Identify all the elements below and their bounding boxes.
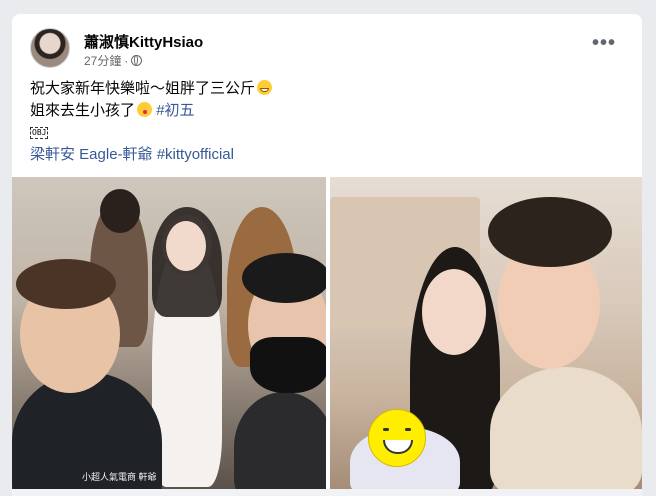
globe-icon[interactable] xyxy=(131,55,143,66)
man-left-hair xyxy=(16,259,116,309)
author-name[interactable]: 蕭淑慎KittyHsiao xyxy=(84,31,203,52)
photo-1-caption: 小超人氣電商 軒爺 xyxy=(82,472,157,482)
man-right-hair xyxy=(242,253,326,303)
post-line-2: 姐來去生小孩了 #初五 xyxy=(30,100,272,122)
photo-grid-bottom xyxy=(12,489,642,496)
smiley-sticker-icon xyxy=(368,409,426,467)
woman-face-2 xyxy=(422,269,486,355)
more-options-icon[interactable]: ••• xyxy=(592,33,616,56)
face-mask xyxy=(250,337,326,393)
man-hair-2 xyxy=(488,197,612,267)
post-line-3: OBJ xyxy=(30,122,272,144)
photo-grid: 小超人氣電商 軒爺 xyxy=(12,177,642,496)
author-avatar[interactable] xyxy=(30,28,70,68)
post-line-2-text: 姐來去生小孩了 xyxy=(30,102,136,119)
object-placeholder: OBJ xyxy=(30,127,49,139)
post-line-4: 梁軒安 Eagle-軒爺 #kittyofficial xyxy=(30,144,272,166)
post-header: 蕭淑慎KittyHsiao 27分鐘 · ••• xyxy=(30,26,630,70)
man-body-2 xyxy=(490,367,642,489)
post-meta: 27分鐘 · xyxy=(84,52,143,69)
post-card: 蕭淑慎KittyHsiao 27分鐘 · ••• 祝大家新年快樂啦～姐胖了三公斤… xyxy=(12,14,642,496)
post-time[interactable]: 27分鐘 xyxy=(84,52,121,69)
photo-1[interactable]: 小超人氣電商 軒爺 xyxy=(12,177,326,489)
hashtag-link[interactable]: #初五 xyxy=(156,102,194,119)
post-text: 祝大家新年快樂啦～姐胖了三公斤 姐來去生小孩了 #初五 OBJ 梁軒安 Eagl… xyxy=(30,78,273,166)
man-right-body xyxy=(234,392,326,489)
background-person-head xyxy=(100,189,140,233)
post-line-1-text: 祝大家新年快樂啦～姐胖了三公斤 xyxy=(30,80,256,97)
grinning-face-icon xyxy=(257,80,273,95)
photo-2[interactable] xyxy=(330,177,642,489)
kissing-face-icon xyxy=(137,102,153,117)
post-line-1: 祝大家新年快樂啦～姐胖了三公斤 xyxy=(30,78,273,100)
meta-separator: · xyxy=(124,53,129,68)
woman-face-front xyxy=(166,221,206,271)
mentions-links[interactable]: 梁軒安 Eagle-軒爺 #kittyofficial xyxy=(30,146,234,163)
